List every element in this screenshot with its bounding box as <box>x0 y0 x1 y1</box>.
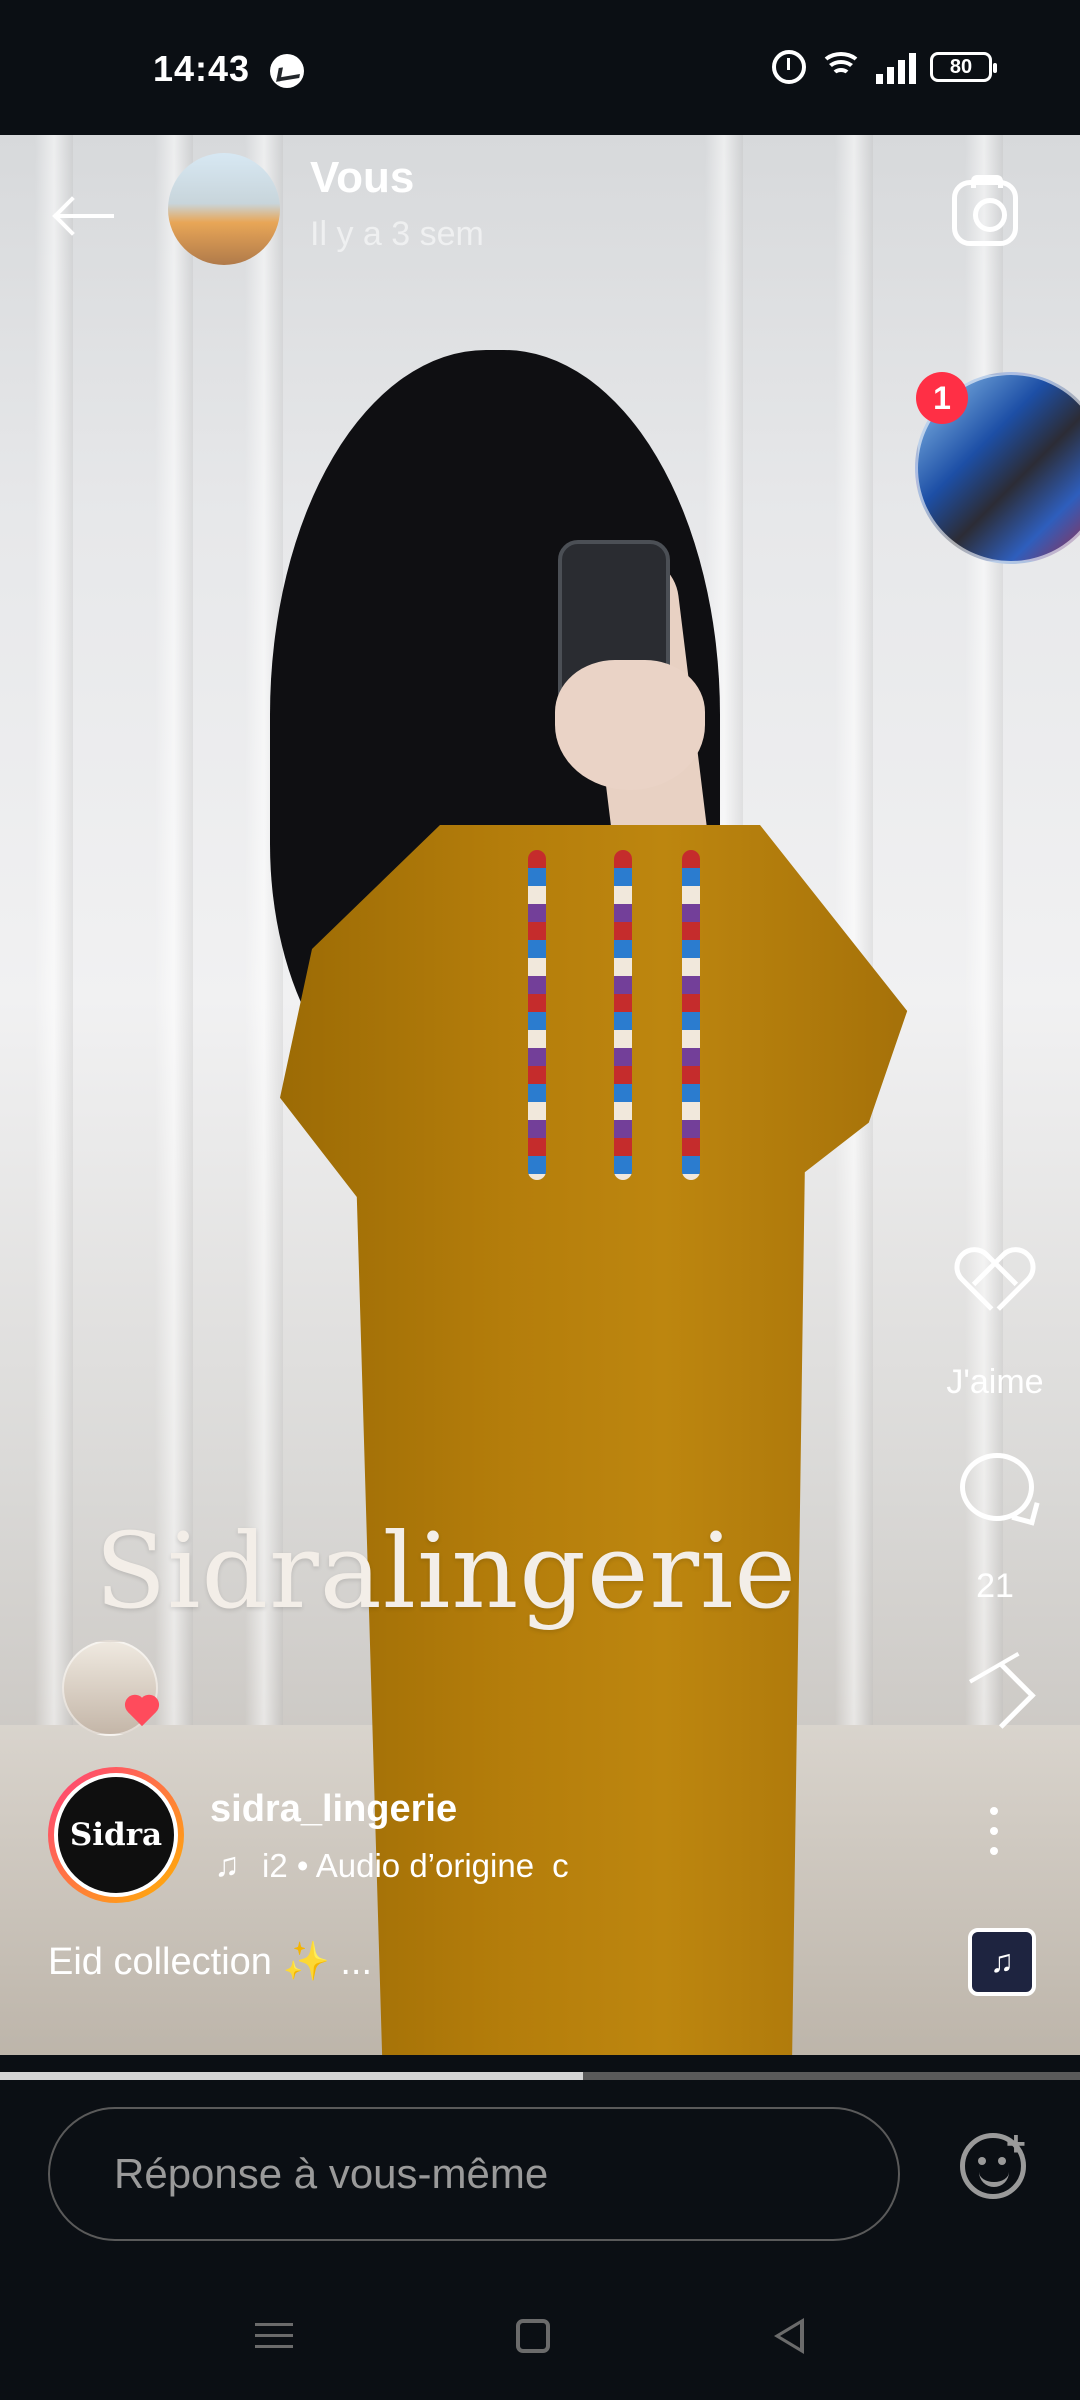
story-username[interactable]: Vous <box>310 153 414 203</box>
back-icon[interactable] <box>774 2318 804 2354</box>
like-label: J'aime <box>946 1363 1044 1401</box>
post-caption[interactable]: Eid collection ✨ ... <box>48 1940 372 1984</box>
status-icons: 80 <box>772 50 997 84</box>
alarm-icon <box>772 50 806 84</box>
signal-icon <box>876 50 916 84</box>
camera-icon[interactable] <box>952 175 1018 246</box>
wifi-icon <box>819 50 863 84</box>
story-media[interactable] <box>0 135 1080 2055</box>
status-time: 14:43 <box>153 48 251 89</box>
heart-icon[interactable] <box>956 1245 1034 1319</box>
android-nav-bar <box>0 2274 1080 2400</box>
back-arrow-icon[interactable] <box>48 185 120 245</box>
sidra-logo: Sidra <box>54 1773 178 1897</box>
dress-embroidery <box>528 850 546 1180</box>
story-time-ago: Il y a 3 sem <box>310 215 484 253</box>
dress-embroidery <box>614 850 632 1180</box>
menu-icon[interactable] <box>255 2323 293 2348</box>
profile-avatar[interactable] <box>168 153 280 265</box>
battery-icon: 80 <box>930 52 997 82</box>
more-options-icon[interactable] <box>990 1807 998 1855</box>
creator-name[interactable]: sidra_lingerie <box>210 1788 457 1831</box>
story-count-badge: 1 <box>916 372 968 424</box>
music-note-icon: ♫ <box>214 1846 240 1884</box>
creator-avatar[interactable]: Sidra <box>48 1767 184 1903</box>
reply-bar: Réponse à vous-même + <box>0 2090 1080 2274</box>
dress-embroidery <box>682 850 700 1180</box>
story-progress-track <box>0 2072 1080 2080</box>
audio-label: i2 • Audio d’origine <box>262 1846 535 1884</box>
status-bar: 14:43 80 <box>0 0 1080 135</box>
music-thumbnail-icon[interactable]: ♫ <box>968 1928 1036 1996</box>
brand-watermark: Sidralingerie <box>95 1510 797 1632</box>
comment-count: 21 <box>976 1567 1014 1605</box>
audio-row[interactable]: ♫ i2 • Audio d’origine c <box>210 1846 569 1885</box>
add-icon[interactable]: + <box>1006 2125 1026 2164</box>
messenger-icon <box>270 54 304 88</box>
audio-extra-label: c <box>552 1846 569 1884</box>
comment-icon[interactable] <box>960 1453 1034 1521</box>
story-header: Vous Il y a 3 sem <box>0 135 1080 295</box>
reply-input[interactable]: Réponse à vous-même <box>48 2107 900 2241</box>
home-icon[interactable] <box>516 2319 550 2353</box>
heart-reaction-icon <box>122 1696 162 1732</box>
model-hand <box>555 660 705 790</box>
send-icon[interactable] <box>962 1665 1036 1727</box>
story-progress-fill <box>0 2072 584 2080</box>
